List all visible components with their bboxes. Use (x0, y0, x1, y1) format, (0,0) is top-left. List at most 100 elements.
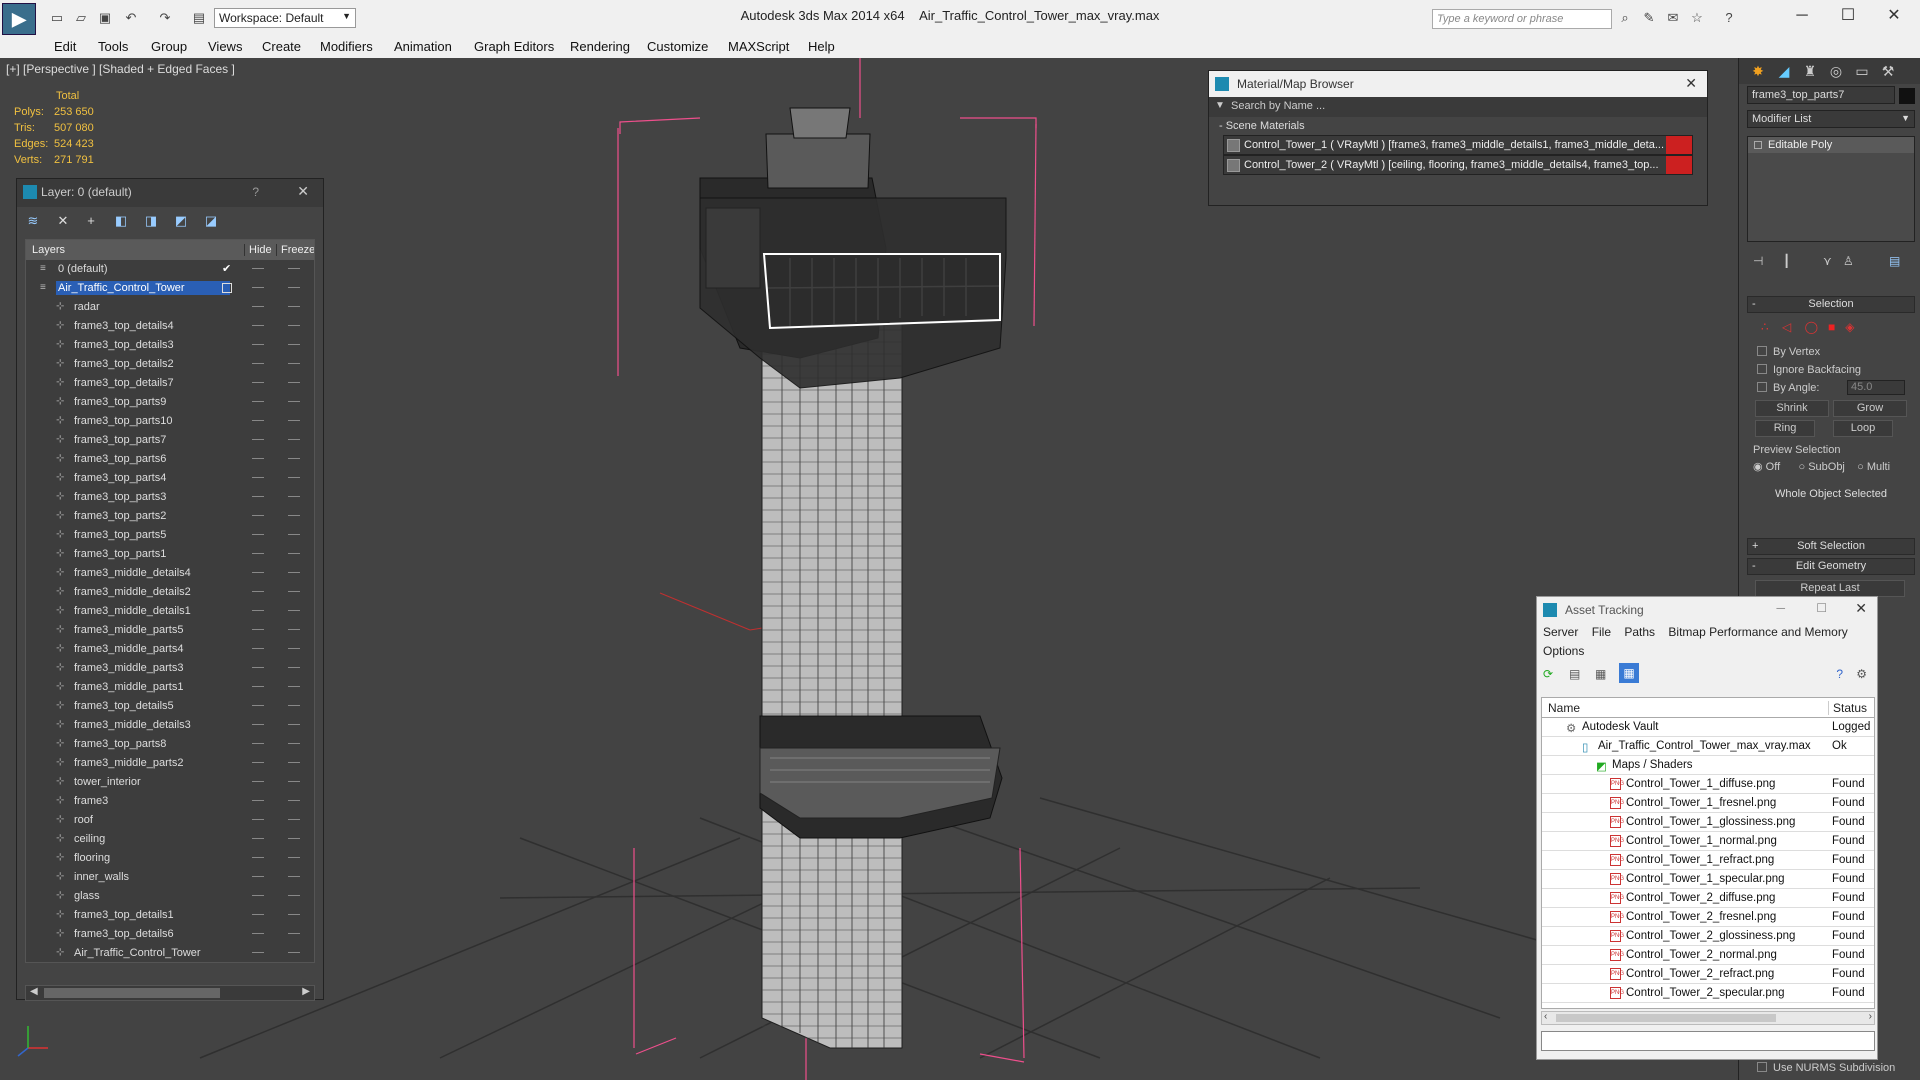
freeze-toggle[interactable] (288, 705, 300, 706)
material-browser-header[interactable]: Material/Map Browser ✕ (1209, 71, 1707, 97)
material-search-input[interactable]: ▼ Search by Name ... (1209, 97, 1707, 117)
hide-toggle[interactable] (252, 591, 264, 592)
layer-row[interactable]: ⊹ flooring (26, 849, 314, 868)
asset-tracking-header[interactable]: Asset Tracking ─ ☐ ✕ (1537, 597, 1877, 623)
freeze-toggle[interactable] (288, 667, 300, 668)
utilities-tab-icon[interactable]: ⚒ (1877, 60, 1899, 82)
freeze-toggle[interactable] (288, 401, 300, 402)
menu-animation[interactable]: Animation (394, 39, 452, 54)
open-file-icon[interactable]: ▱ (72, 9, 90, 27)
layer-row[interactable]: ⊹ ceiling (26, 830, 314, 849)
communication-icon[interactable]: ✉ (1664, 9, 1682, 27)
scroll-right-icon[interactable]: ▶ (302, 986, 310, 997)
close-icon[interactable]: ✕ (1855, 600, 1867, 617)
asset-path-field[interactable] (1541, 1031, 1875, 1051)
asset-menu-paths[interactable]: Paths (1624, 625, 1655, 639)
new-file-icon[interactable]: ▭ (48, 9, 66, 27)
asset-horizontal-scrollbar[interactable]: ‹ › (1541, 1011, 1875, 1025)
layer-help-icon[interactable]: ? (252, 185, 259, 199)
make-unique-icon[interactable]: ⋎ (1823, 254, 1832, 268)
freeze-toggle[interactable] (288, 914, 300, 915)
radio-subobj[interactable]: ○ SubObj (1798, 461, 1844, 473)
pin-stack-icon[interactable]: ⊣ (1753, 254, 1763, 268)
scroll-left-icon[interactable]: ‹ (1544, 1011, 1547, 1022)
layer-row[interactable]: ⊹ Air_Traffic_Control_Tower (26, 944, 314, 962)
layer-row[interactable]: ⊹ frame3 (26, 792, 314, 811)
layer-row[interactable]: ⊹ frame3_top_details5 (26, 697, 314, 716)
freeze-toggle[interactable] (288, 933, 300, 934)
hide-toggle[interactable] (252, 439, 264, 440)
add-layer-icon[interactable]: + (83, 213, 99, 229)
asset-row[interactable]: PNG Control_Tower_1_specular.png Found (1542, 870, 1874, 889)
layer-row[interactable]: ⊹ frame3_middle_details1 (26, 602, 314, 621)
rollout-selection[interactable]: - Selection (1747, 296, 1915, 313)
freeze-all-icon[interactable]: ◪ (203, 213, 219, 229)
freeze-toggle[interactable] (288, 686, 300, 687)
hide-toggle[interactable] (252, 743, 264, 744)
layer-row[interactable]: ⊹ frame3_top_details6 (26, 925, 314, 944)
hide-toggle[interactable] (252, 382, 264, 383)
hide-toggle[interactable] (252, 819, 264, 820)
settings-icon[interactable]: ⚙ (1856, 667, 1867, 681)
use-nurms-checkbox[interactable]: Use NURMS Subdivision (1757, 1062, 1895, 1074)
freeze-toggle[interactable] (288, 952, 300, 953)
active-layer-check-icon[interactable]: ✔ (222, 262, 231, 275)
show-end-result-icon[interactable]: ┃ (1783, 254, 1790, 268)
current-layer-box-icon[interactable] (222, 283, 232, 293)
radio-off[interactable]: ◉ Off (1753, 461, 1780, 473)
freeze-toggle[interactable] (288, 591, 300, 592)
material-item[interactable]: Control_Tower_2 ( VRayMtl ) [ceiling, fl… (1223, 155, 1693, 175)
undo-icon[interactable]: ↶ (122, 9, 140, 27)
menu-help[interactable]: Help (808, 39, 835, 54)
hide-all-icon[interactable]: ◩ (173, 213, 189, 229)
layer-row[interactable]: ⊹ frame3_middle_details2 (26, 583, 314, 602)
scroll-thumb[interactable] (44, 988, 220, 998)
tools-icon[interactable]: ✎ (1640, 9, 1658, 27)
layer-row[interactable]: ⊹ frame3_top_parts5 (26, 526, 314, 545)
list-view-icon[interactable]: ▤ (1569, 667, 1580, 681)
hide-toggle[interactable] (252, 933, 264, 934)
rollout-soft-selection[interactable]: + Soft Selection (1747, 538, 1915, 555)
highlight-layer-icon[interactable]: ◨ (143, 213, 159, 229)
col-freeze[interactable]: Freeze (276, 244, 314, 256)
hide-toggle[interactable] (252, 838, 264, 839)
scroll-thumb[interactable] (1556, 1014, 1776, 1022)
asset-row[interactable]: PNG Control_Tower_2_refract.png Found (1542, 965, 1874, 984)
object-name-field[interactable]: frame3_top_parts7 (1747, 86, 1895, 104)
asset-row[interactable]: PNG Control_Tower_2_diffuse.png Found (1542, 889, 1874, 908)
layer-row[interactable]: ⊹ frame3_middle_details3 (26, 716, 314, 735)
viewport-label[interactable]: [+] [Perspective ] [Shaded + Edged Faces… (6, 62, 235, 76)
hide-toggle[interactable] (252, 458, 264, 459)
layer-horizontal-scrollbar[interactable]: ◀ ▶ (25, 985, 315, 1001)
close-icon[interactable]: ✕ (1685, 75, 1697, 92)
material-item[interactable]: Control_Tower_1 ( VRayMtl ) [frame3, fra… (1223, 135, 1693, 155)
layer-row[interactable]: ⊹ inner_walls (26, 868, 314, 887)
freeze-toggle[interactable] (288, 515, 300, 516)
vertex-icon[interactable]: ∴ (1761, 320, 1769, 334)
freeze-toggle[interactable] (288, 743, 300, 744)
menu-customize[interactable]: Customize (647, 39, 708, 54)
edge-icon[interactable]: ◁ (1782, 320, 1791, 334)
asset-row[interactable]: PNG Control_Tower_1_refract.png Found (1542, 851, 1874, 870)
layer-row[interactable]: ⊹ frame3_top_parts4 (26, 469, 314, 488)
hierarchy-tab-icon[interactable]: ♜ (1799, 60, 1821, 82)
modifier-list-dropdown[interactable]: Modifier List ▼ (1747, 110, 1915, 128)
layer-row[interactable]: ≡ Air_Traffic_Control_Tower (26, 279, 314, 298)
layer-row[interactable]: ⊹ frame3_top_details4 (26, 317, 314, 336)
star-icon[interactable]: ☆ (1688, 9, 1706, 27)
hide-toggle[interactable] (252, 667, 264, 668)
hide-toggle[interactable] (252, 363, 264, 364)
select-objects-icon[interactable]: ◧ (113, 213, 129, 229)
by-vertex-checkbox[interactable]: By Vertex (1757, 346, 1820, 358)
layer-row[interactable]: ⊹ frame3_middle_parts4 (26, 640, 314, 659)
freeze-toggle[interactable] (288, 458, 300, 459)
asset-menu-bitmap[interactable]: Bitmap Performance and Memory (1668, 625, 1847, 639)
layer-settings-icon[interactable]: ≋ (25, 213, 41, 229)
col-name[interactable]: Name (1548, 701, 1580, 715)
ring-button[interactable]: Ring (1755, 420, 1815, 437)
menu-graph-editors[interactable]: Graph Editors (474, 39, 554, 54)
scene-materials-section[interactable]: - Scene Materials (1209, 117, 1707, 135)
hide-toggle[interactable] (252, 610, 264, 611)
freeze-toggle[interactable] (288, 268, 300, 269)
shrink-button[interactable]: Shrink (1755, 400, 1829, 417)
